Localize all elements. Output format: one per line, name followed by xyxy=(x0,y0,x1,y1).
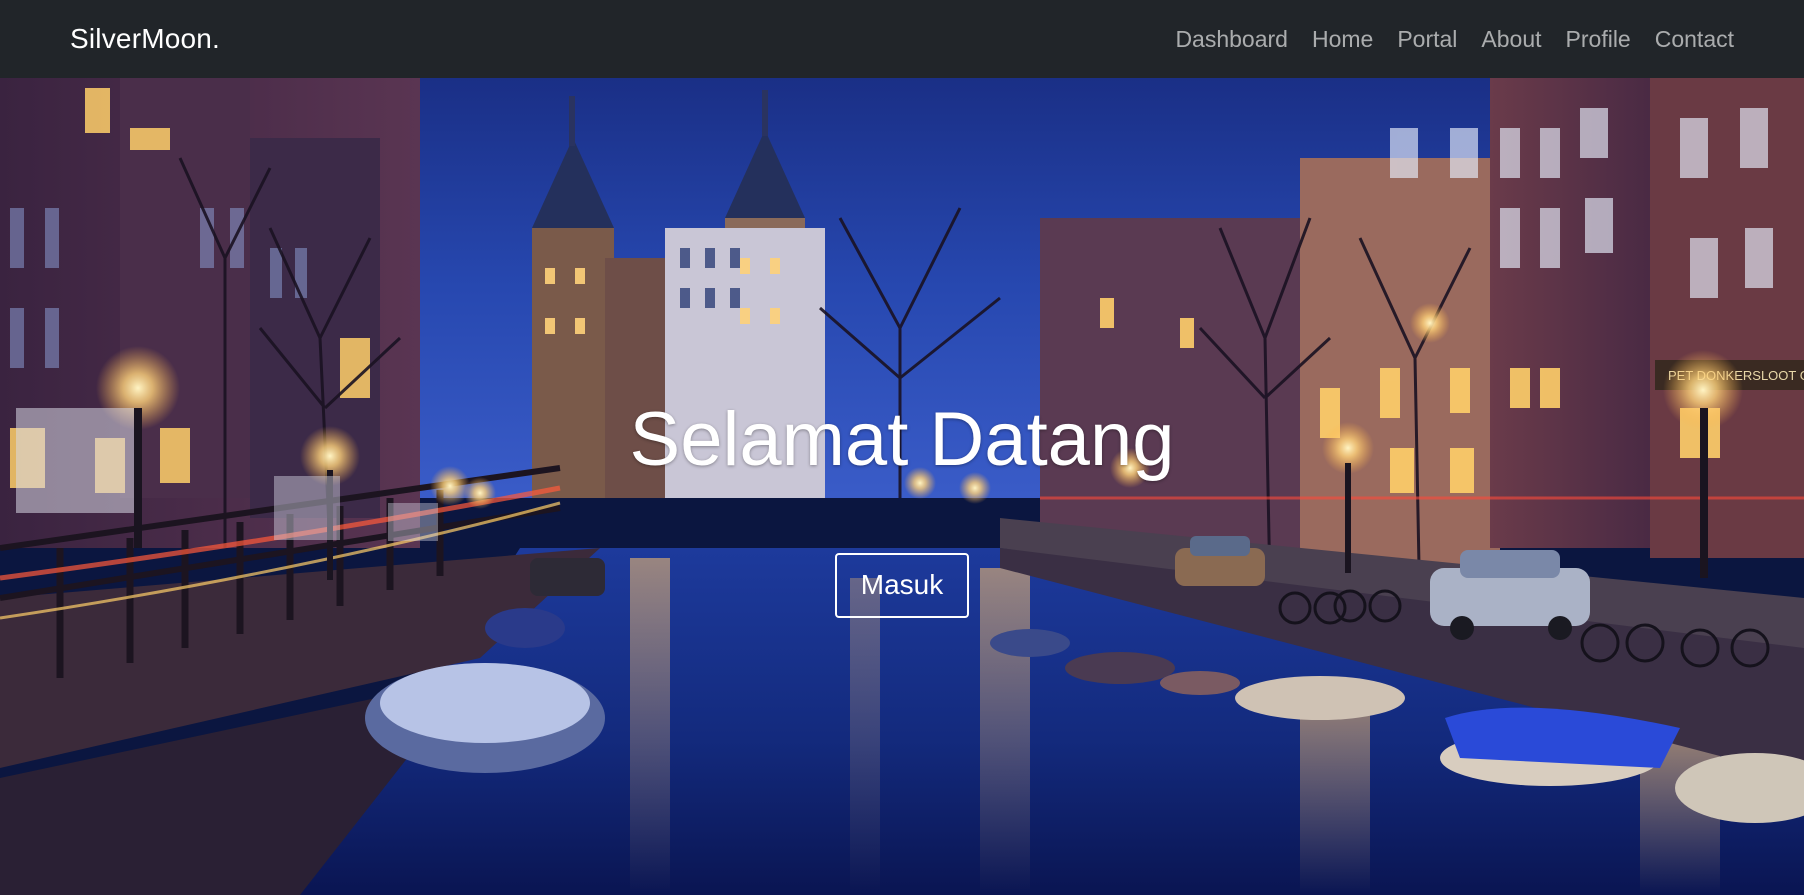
nav-links: Dashboard Home Portal About Profile Cont… xyxy=(1163,26,1734,53)
hero-title: Selamat Datang xyxy=(629,397,1175,482)
top-navbar: SilverMoon. Dashboard Home Portal About … xyxy=(0,0,1804,78)
nav-link-contact[interactable]: Contact xyxy=(1643,26,1734,53)
hero-section: PET DONKERSLOOT GA xyxy=(0,78,1804,895)
brand-logo[interactable]: SilverMoon. xyxy=(70,23,220,55)
nav-link-home[interactable]: Home xyxy=(1300,26,1385,53)
enter-button[interactable]: Masuk xyxy=(834,552,970,618)
hero-content: Selamat Datang Masuk xyxy=(0,78,1804,895)
nav-link-dashboard[interactable]: Dashboard xyxy=(1163,26,1300,53)
nav-link-about[interactable]: About xyxy=(1469,26,1553,53)
nav-link-profile[interactable]: Profile xyxy=(1554,26,1643,53)
nav-link-portal[interactable]: Portal xyxy=(1385,26,1469,53)
